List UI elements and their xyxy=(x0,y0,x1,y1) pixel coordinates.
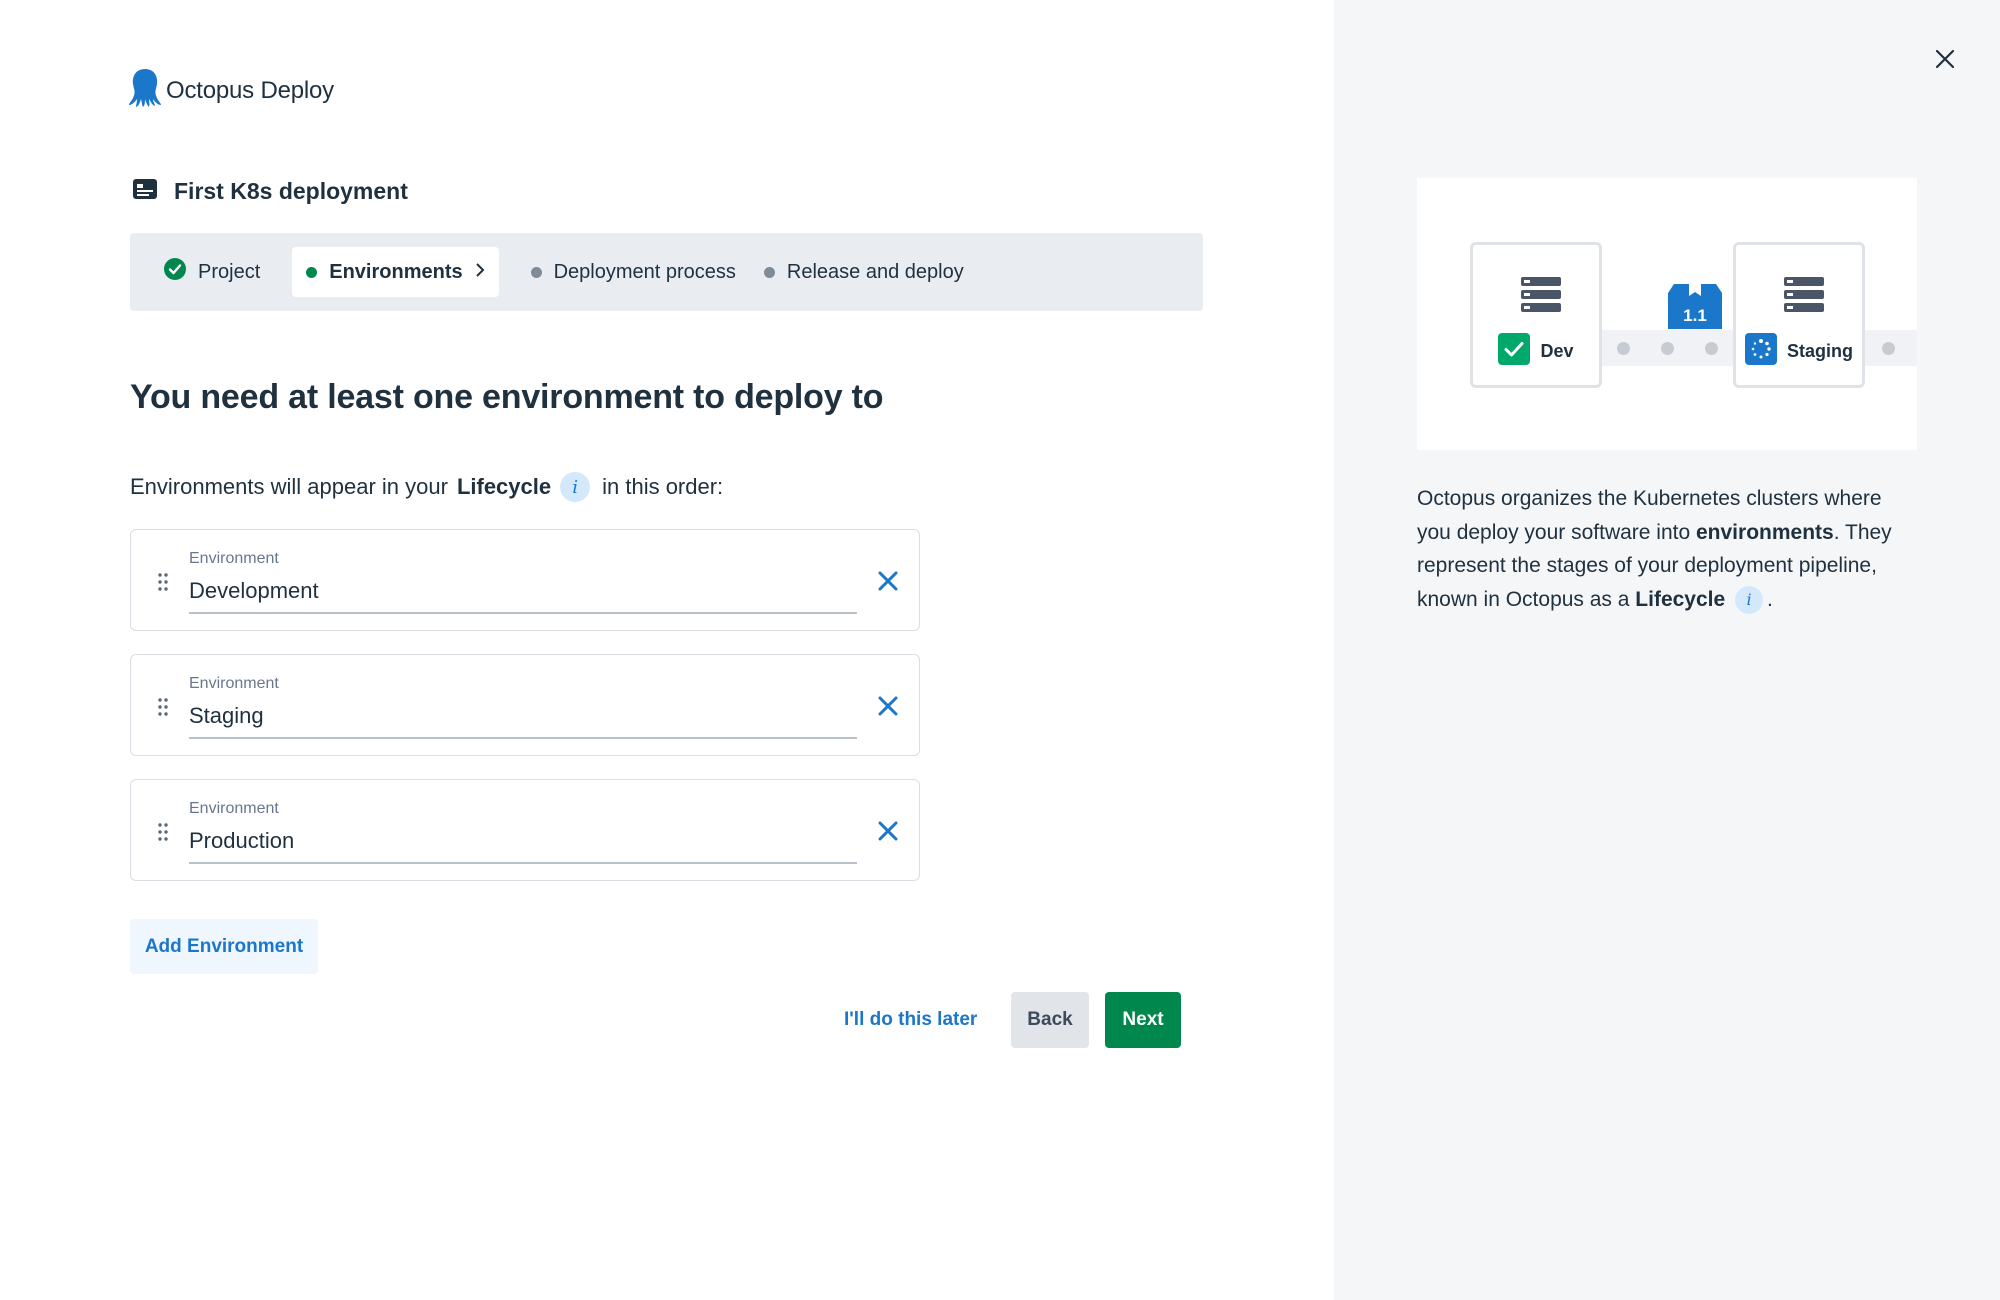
check-square-icon xyxy=(1498,333,1531,370)
drag-handle-icon[interactable] xyxy=(157,822,169,847)
package-version-label: 1.1 xyxy=(1683,306,1707,325)
step-release-and-deploy[interactable]: Release and deploy xyxy=(750,247,978,297)
next-button[interactable]: Next xyxy=(1105,992,1181,1048)
project-title: First K8s deployment xyxy=(174,178,408,204)
field-underline xyxy=(189,737,857,739)
step-status-dot xyxy=(306,266,318,278)
close-icon[interactable] xyxy=(1932,46,1958,72)
step-deployment-process[interactable]: Deployment process xyxy=(517,247,750,297)
field-label: Environment xyxy=(189,800,279,817)
page-heading: You need at least one environment to dep… xyxy=(130,378,884,416)
brand-name: Octopus Deploy xyxy=(166,76,334,104)
step-status-dot xyxy=(763,266,775,278)
step-status-dot xyxy=(530,266,542,278)
env-dev-label: Dev xyxy=(1540,341,1574,361)
illustration-env-dev: Dev xyxy=(1470,242,1602,388)
intro-before: Environments will appear in your xyxy=(130,474,448,499)
field-label: Environment xyxy=(189,550,279,567)
step-label: Project xyxy=(198,260,261,283)
env-staging-label: Staging xyxy=(1787,341,1853,361)
wizard-panel: Octopus Deploy First K8s deployment Proj… xyxy=(0,0,1334,1300)
environment-row: Environment Production xyxy=(130,779,920,881)
back-button[interactable]: Back xyxy=(1011,992,1089,1048)
step-label: Environments xyxy=(329,260,463,283)
environments-term: environments xyxy=(1696,520,1834,544)
track-dot xyxy=(1661,342,1674,355)
chevron-right-icon xyxy=(475,261,485,284)
info-icon[interactable]: i xyxy=(560,472,591,502)
environment-row: Environment Development xyxy=(130,529,920,631)
field-underline xyxy=(189,862,857,864)
project-card-icon xyxy=(132,178,158,205)
intro-text: Environments will appear in your Lifecyc… xyxy=(130,472,723,502)
track-dot xyxy=(1705,342,1718,355)
environment-row: Environment Staging xyxy=(130,654,920,756)
help-description: Octopus organizes the Kubernetes cluster… xyxy=(1417,482,1917,616)
desc-part: . xyxy=(1767,587,1773,611)
lifecycle-term: Lifecycle xyxy=(456,474,552,499)
octopus-logo-icon xyxy=(128,68,162,113)
remove-x-icon[interactable] xyxy=(873,816,903,846)
environment-field[interactable]: Staging xyxy=(189,703,264,729)
package-icon: 1.1 xyxy=(1668,281,1722,336)
wizard-stepper: Project Environments Deployment process … xyxy=(130,233,1203,311)
remove-x-icon[interactable] xyxy=(873,566,903,596)
field-label: Environment xyxy=(189,675,279,692)
drag-handle-icon[interactable] xyxy=(157,572,169,597)
intro-after: in this order: xyxy=(602,474,724,499)
server-stack-icon xyxy=(1784,275,1824,320)
environment-field[interactable]: Development xyxy=(189,578,319,604)
do-later-link[interactable]: I'll do this later xyxy=(844,992,977,1048)
drag-handle-icon[interactable] xyxy=(157,697,169,722)
field-underline xyxy=(189,612,857,614)
brand-logo: Octopus Deploy xyxy=(128,68,334,113)
add-environment-button[interactable]: Add Environment xyxy=(130,919,318,974)
step-project[interactable]: Project xyxy=(150,247,274,297)
illustration-env-staging: Staging xyxy=(1733,242,1865,388)
server-stack-icon xyxy=(1521,275,1561,320)
remove-x-icon[interactable] xyxy=(873,691,903,721)
info-icon[interactable]: i xyxy=(1735,585,1764,614)
spinner-icon xyxy=(1745,333,1777,370)
step-environments[interactable]: Environments xyxy=(292,247,499,297)
step-label: Release and deploy xyxy=(786,260,964,283)
check-circle-icon xyxy=(164,258,186,286)
track-dot xyxy=(1882,342,1895,355)
track-dot xyxy=(1617,342,1630,355)
project-header: First K8s deployment xyxy=(132,178,408,205)
step-label: Deployment process xyxy=(553,260,736,283)
lifecycle-term: Lifecycle xyxy=(1635,587,1726,611)
environment-field[interactable]: Production xyxy=(189,828,294,854)
